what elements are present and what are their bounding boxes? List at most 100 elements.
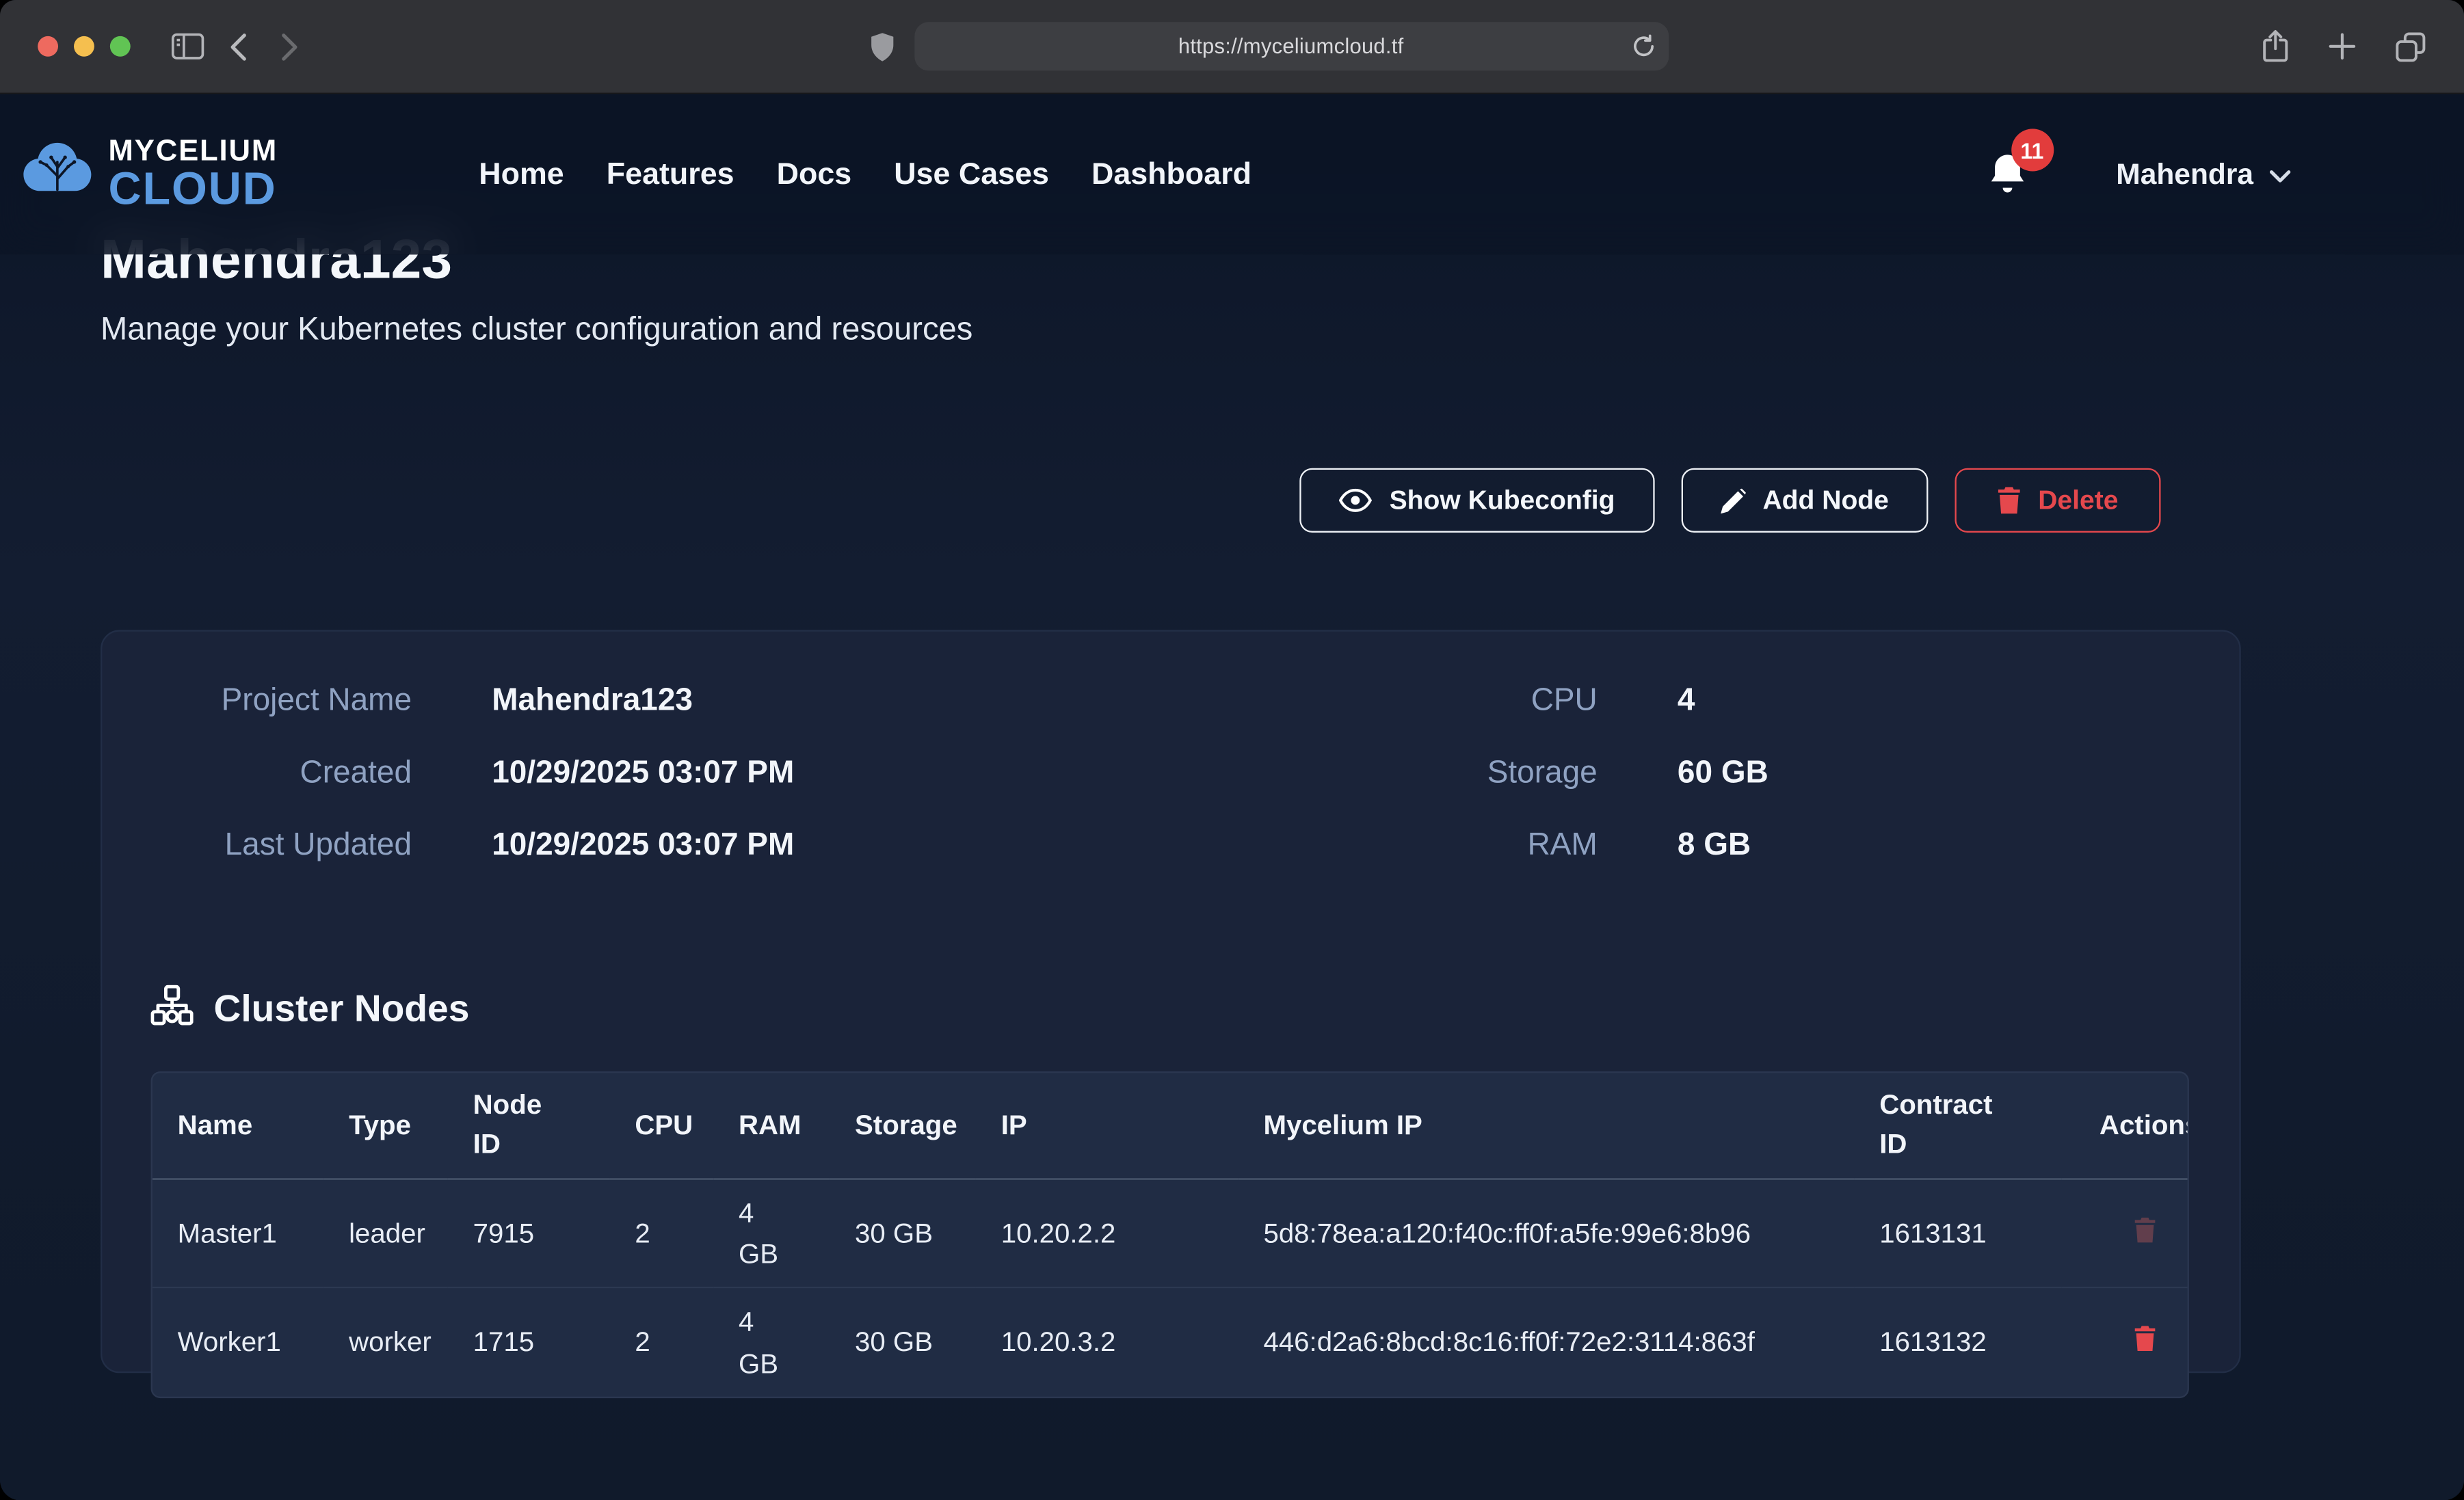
cpu-label: CPU — [1217, 684, 1598, 719]
cell-cpu: 2 — [610, 1288, 714, 1397]
table-row: Master1 leader 7915 2 4 GB 30 GB 10.20.2… — [153, 1179, 2189, 1288]
project-name-label: Project Name — [151, 684, 412, 719]
col-cpu: CPU — [610, 1073, 714, 1179]
cell-ram: 4 GB — [713, 1179, 830, 1288]
trash-icon — [2134, 1326, 2156, 1356]
col-ip: IP — [976, 1073, 1238, 1179]
cell-type: worker — [323, 1288, 448, 1397]
cell-type: leader — [323, 1179, 448, 1288]
add-node-button[interactable]: Add Node — [1681, 468, 1928, 533]
screen: https://myceliumcloud.tf — [0, 0, 2464, 1500]
close-button[interactable] — [38, 36, 58, 57]
zoom-button[interactable] — [110, 36, 131, 57]
created-value: 10/29/2025 03:07 PM — [492, 755, 794, 790]
table-row: Worker1 worker 1715 2 4 GB 30 GB 10.20.3… — [153, 1288, 2189, 1397]
info-row-project-name: Project Name Mahendra123 — [151, 684, 1123, 719]
brand-cloud-icon — [21, 137, 94, 211]
col-node-id: Node ID — [448, 1073, 610, 1179]
cell-contract-id: 1613131 — [1854, 1179, 2061, 1288]
cell-mycelium-ip: 5d8:78ea:a120:f40c:ff0f:a5fe:99e6:8b96 — [1238, 1179, 1855, 1288]
info-row-storage: Storage 60 GB — [1217, 755, 2189, 790]
trash-icon — [2134, 1218, 2156, 1248]
info-row-created: Created 10/29/2025 03:07 PM — [151, 755, 1123, 790]
notification-badge: 11 — [2011, 129, 2053, 171]
nav-link-home[interactable]: Home — [479, 157, 564, 191]
tab-overview-icon[interactable] — [2395, 31, 2426, 62]
brand-name-top: MYCELIUM — [109, 136, 278, 166]
reload-icon[interactable] — [1632, 35, 1654, 66]
nav-link-docs[interactable]: Docs — [777, 157, 852, 191]
col-name: Name — [153, 1073, 323, 1179]
browser-toolbar: https://myceliumcloud.tf — [0, 0, 2464, 94]
browser-window: https://myceliumcloud.tf — [0, 0, 2464, 1500]
privacy-shield-icon[interactable] — [870, 32, 893, 60]
storage-label: Storage — [1217, 755, 1598, 790]
col-contract-id: Contract ID — [1854, 1073, 2061, 1179]
brand-logo[interactable]: MYCELIUM CLOUD — [21, 136, 278, 213]
last-updated-label: Last Updated — [151, 828, 412, 863]
cluster-actions: Show Kubeconfig Add Node Delete — [101, 468, 2160, 533]
main-content: Mahendra123 Manage your Kubernetes clust… — [0, 94, 2464, 1500]
cell-mycelium-ip: 446:d2a6:8bcd:8c16:ff0f:72e2:3114:863f — [1238, 1288, 1855, 1397]
user-menu[interactable]: Mahendra — [2116, 157, 2291, 192]
cpu-value: 4 — [1678, 684, 1695, 719]
col-mycelium-ip: Mycelium IP — [1238, 1073, 1855, 1179]
notifications-button[interactable]: 11 — [1987, 152, 2028, 196]
ram-value: 8 GB — [1678, 828, 1751, 863]
pencil-icon — [1720, 487, 1745, 513]
cell-ip: 10.20.3.2 — [976, 1288, 1238, 1397]
delete-label: Delete — [2038, 485, 2118, 516]
brand-name-bottom: CLOUD — [109, 168, 278, 213]
created-label: Created — [151, 755, 412, 790]
address-bar[interactable]: https://myceliumcloud.tf — [914, 22, 1668, 70]
ram-label: RAM — [1217, 828, 1598, 863]
nav-link-use-cases[interactable]: Use Cases — [894, 157, 1049, 191]
nav-link-features[interactable]: Features — [607, 157, 734, 191]
cell-node-id: 1715 — [448, 1288, 610, 1397]
show-kubeconfig-label: Show Kubeconfig — [1390, 485, 1615, 516]
cell-contract-id: 1613132 — [1854, 1288, 2061, 1397]
cell-storage: 30 GB — [830, 1179, 976, 1288]
share-icon[interactable] — [2262, 30, 2290, 63]
col-storage: Storage — [830, 1073, 976, 1179]
sidebar-toggle-icon[interactable] — [171, 33, 204, 59]
page-subtitle: Manage your Kubernetes cluster configura… — [101, 311, 2241, 349]
info-row-ram: RAM 8 GB — [1217, 828, 2189, 863]
info-row-last-updated: Last Updated 10/29/2025 03:07 PM — [151, 828, 1123, 863]
nav-link-dashboard[interactable]: Dashboard — [1091, 157, 1251, 191]
cell-ram: 4 GB — [713, 1288, 830, 1397]
nodes-table: Name Type Node ID CPU RAM Storage IP Myc… — [151, 1071, 2189, 1397]
traffic-lights — [38, 36, 131, 57]
nav-links: Home Features Docs Use Cases Dashboard — [479, 157, 1251, 193]
col-ram: RAM — [713, 1073, 830, 1179]
webpage: Mahendra123 Manage your Kubernetes clust… — [0, 94, 2464, 1500]
delete-node-button[interactable] — [2134, 1326, 2156, 1356]
chevron-down-icon — [2269, 157, 2291, 192]
cell-node-id: 7915 — [448, 1179, 610, 1288]
info-row-cpu: CPU 4 — [1217, 684, 2189, 719]
user-name: Mahendra — [2116, 157, 2253, 192]
cell-name: Worker1 — [153, 1288, 323, 1397]
delete-node-button[interactable] — [2134, 1218, 2156, 1248]
table-header-row: Name Type Node ID CPU RAM Storage IP Myc… — [153, 1073, 2189, 1179]
back-icon[interactable] — [229, 32, 246, 60]
address-bar-url: https://myceliumcloud.tf — [1178, 35, 1404, 58]
cell-storage: 30 GB — [830, 1288, 976, 1397]
storage-value: 60 GB — [1678, 755, 1768, 790]
cell-cpu: 2 — [610, 1179, 714, 1288]
last-updated-value: 10/29/2025 03:07 PM — [492, 828, 794, 863]
show-kubeconfig-button[interactable]: Show Kubeconfig — [1300, 468, 1654, 533]
cell-name: Master1 — [153, 1179, 323, 1288]
project-name-value: Mahendra123 — [492, 684, 693, 719]
delete-cluster-button[interactable]: Delete — [1955, 468, 2160, 533]
col-type: Type — [323, 1073, 448, 1179]
cluster-info: Project Name Mahendra123 Created 10/29/2… — [151, 684, 2189, 900]
bell-icon — [1987, 174, 2026, 201]
forward-icon[interactable] — [281, 32, 298, 60]
col-actions: Actions — [2062, 1073, 2189, 1179]
add-node-label: Add Node — [1762, 485, 1888, 516]
minimize-button[interactable] — [74, 36, 94, 57]
new-tab-icon[interactable] — [2329, 33, 2355, 59]
trash-icon — [1997, 487, 2020, 513]
site-navbar: MYCELIUM CLOUD Home Features Docs Use Ca… — [0, 94, 2464, 254]
